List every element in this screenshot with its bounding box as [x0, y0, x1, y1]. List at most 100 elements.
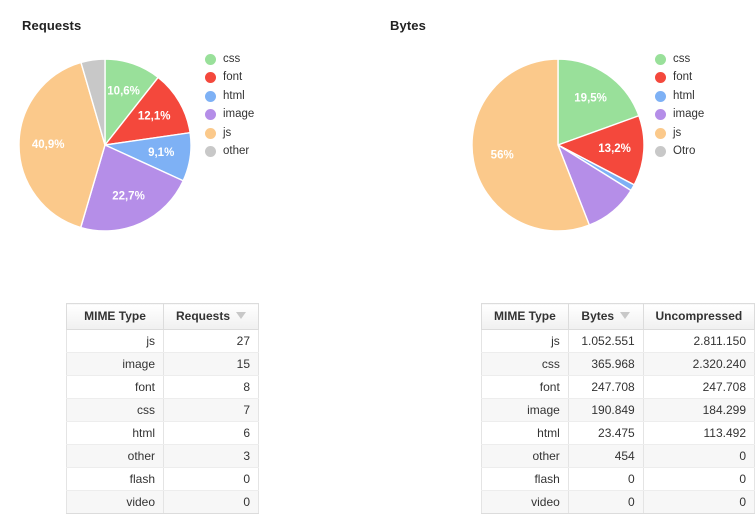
cell-mime-type: js — [481, 329, 569, 353]
legend-item-image[interactable]: image — [205, 106, 254, 125]
cell-requests: 3 — [163, 444, 259, 468]
column-header-bytes-label: Bytes — [581, 309, 615, 323]
legend-item-font[interactable]: font — [655, 69, 704, 88]
cell-mime-type: font — [481, 375, 569, 399]
legend-swatch-icon — [205, 127, 216, 139]
cell-mime-type: other — [66, 444, 164, 468]
requests-chart-title: Requests — [22, 18, 82, 33]
cell-requests: 7 — [163, 398, 259, 422]
table-row[interactable]: font 247.708 247.708 — [481, 375, 755, 399]
cell-mime-type: image — [481, 398, 569, 422]
bytes-pie-svg: 19,5%13,2%56% — [471, 58, 645, 232]
cell-bytes: 190.849 — [567, 398, 644, 422]
requests-legend: css font html image js other — [205, 50, 254, 161]
table-row[interactable]: html 6 — [66, 421, 259, 445]
sort-descending-icon — [620, 312, 631, 320]
requests-table: MIME Type Requests js 27 image 15 font 8 css 7 h… — [66, 303, 259, 514]
bytes-legend: css font html image js Otro — [655, 50, 704, 161]
bytes-pie-chart[interactable]: 19,5% 13,2% 56% — [468, 55, 648, 235]
cell-bytes: 454 — [567, 444, 644, 468]
cell-mime-type: css — [66, 398, 164, 422]
legend-item-label: html — [223, 89, 245, 102]
cell-mime-type: html — [66, 421, 164, 445]
legend-item-css[interactable]: css — [655, 50, 704, 69]
cell-requests: 0 — [163, 490, 259, 514]
bytes-panel: Bytes 19,5% 13,2% 56% css font html image js Ot… — [378, 0, 755, 516]
bytes-table: MIME Type Bytes Uncompressed js 1.052.551… — [481, 303, 755, 514]
table-row[interactable]: flash 0 — [66, 467, 259, 491]
legend-swatch-icon — [205, 90, 216, 102]
cell-mime-type: other — [481, 444, 569, 468]
requests-panel: Requests 10,6% 12,1% 9,1% 22,7% 40,9% css fon… — [0, 0, 377, 516]
legend-item-js[interactable]: js — [205, 124, 254, 143]
cell-requests: 8 — [163, 375, 259, 399]
requests-table-container: MIME Type Requests js 27 image 15 font 8 css 7 h… — [66, 303, 259, 514]
table-row[interactable]: other 3 — [66, 444, 259, 468]
cell-uncompressed: 184.299 — [642, 398, 755, 422]
legend-item-label: css — [673, 52, 691, 65]
cell-bytes: 0 — [567, 490, 644, 514]
cell-mime-type: flash — [481, 467, 569, 491]
cell-bytes: 0 — [567, 467, 644, 491]
table-row[interactable]: other 454 0 — [481, 444, 755, 468]
legend-item-js[interactable]: js — [655, 124, 704, 143]
legend-item-label: font — [673, 71, 693, 83]
table-row[interactable]: html 23.475 113.492 — [481, 421, 755, 445]
legend-swatch-icon — [205, 53, 216, 65]
table-row[interactable]: flash 0 0 — [481, 467, 755, 491]
legend-item-label: js — [673, 126, 682, 139]
cell-bytes: 1.052.551 — [567, 329, 644, 353]
column-header-uncompressed[interactable]: Uncompressed — [642, 303, 755, 330]
column-header-mime-type[interactable]: MIME Type — [481, 303, 569, 330]
cell-uncompressed: 2.320.240 — [642, 352, 755, 376]
cell-uncompressed: 0 — [642, 444, 755, 468]
column-header-requests[interactable]: Requests — [163, 303, 259, 330]
legend-item-label: image — [223, 108, 255, 120]
legend-item-html[interactable]: html — [205, 87, 254, 106]
table-row[interactable]: js 1.052.551 2.811.150 — [481, 329, 755, 353]
table-row[interactable]: css 7 — [66, 398, 259, 422]
legend-item-css[interactable]: css — [205, 50, 254, 69]
cell-mime-type: image — [66, 352, 164, 376]
table-row[interactable]: image 15 — [66, 352, 259, 376]
cell-bytes: 247.708 — [567, 375, 644, 399]
table-row[interactable]: font 8 — [66, 375, 259, 399]
legend-item-font[interactable]: font — [205, 69, 254, 88]
legend-item-label: image — [673, 108, 705, 120]
sort-descending-icon — [236, 312, 247, 320]
legend-item-label: Otro — [673, 145, 696, 157]
requests-pie-chart[interactable]: 10,6% 12,1% 9,1% 22,7% 40,9% — [15, 55, 195, 235]
cell-uncompressed: 247.708 — [642, 375, 755, 399]
legend-swatch-icon — [655, 146, 666, 158]
legend-swatch-icon — [205, 72, 216, 84]
legend-item-other[interactable]: other — [205, 143, 254, 162]
table-row[interactable]: css 365.968 2.320.240 — [481, 352, 755, 376]
legend-swatch-icon — [655, 90, 666, 102]
legend-item-otro[interactable]: Otro — [655, 143, 704, 162]
cell-mime-type: flash — [66, 467, 164, 491]
table-row[interactable]: video 0 0 — [481, 490, 755, 514]
legend-item-html[interactable]: html — [655, 87, 704, 106]
table-row[interactable]: js 27 — [66, 329, 259, 353]
legend-item-label: other — [223, 145, 250, 157]
legend-item-label: css — [223, 52, 241, 65]
legend-swatch-icon — [655, 72, 666, 84]
table-header-row: MIME Type Requests — [66, 303, 259, 330]
cell-mime-type: font — [66, 375, 164, 399]
cell-uncompressed: 0 — [642, 467, 755, 491]
bytes-table-container: MIME Type Bytes Uncompressed js 1.052.551… — [481, 303, 755, 514]
table-row[interactable]: video 0 — [66, 490, 259, 514]
column-header-bytes[interactable]: Bytes — [567, 303, 644, 330]
cell-requests: 0 — [163, 467, 259, 491]
legend-swatch-icon — [655, 53, 666, 65]
legend-item-label: html — [673, 89, 695, 102]
requests-pie-svg: 10,6%12,1%9,1%22,7%40,9% — [18, 58, 192, 232]
column-header-requests-label: Requests — [175, 309, 231, 323]
legend-swatch-icon — [205, 109, 216, 121]
cell-requests: 6 — [163, 421, 259, 445]
cell-mime-type: html — [481, 421, 569, 445]
column-header-mime-type[interactable]: MIME Type — [66, 303, 164, 330]
legend-item-image[interactable]: image — [655, 106, 704, 125]
legend-swatch-icon — [655, 109, 666, 121]
table-row[interactable]: image 190.849 184.299 — [481, 398, 755, 422]
